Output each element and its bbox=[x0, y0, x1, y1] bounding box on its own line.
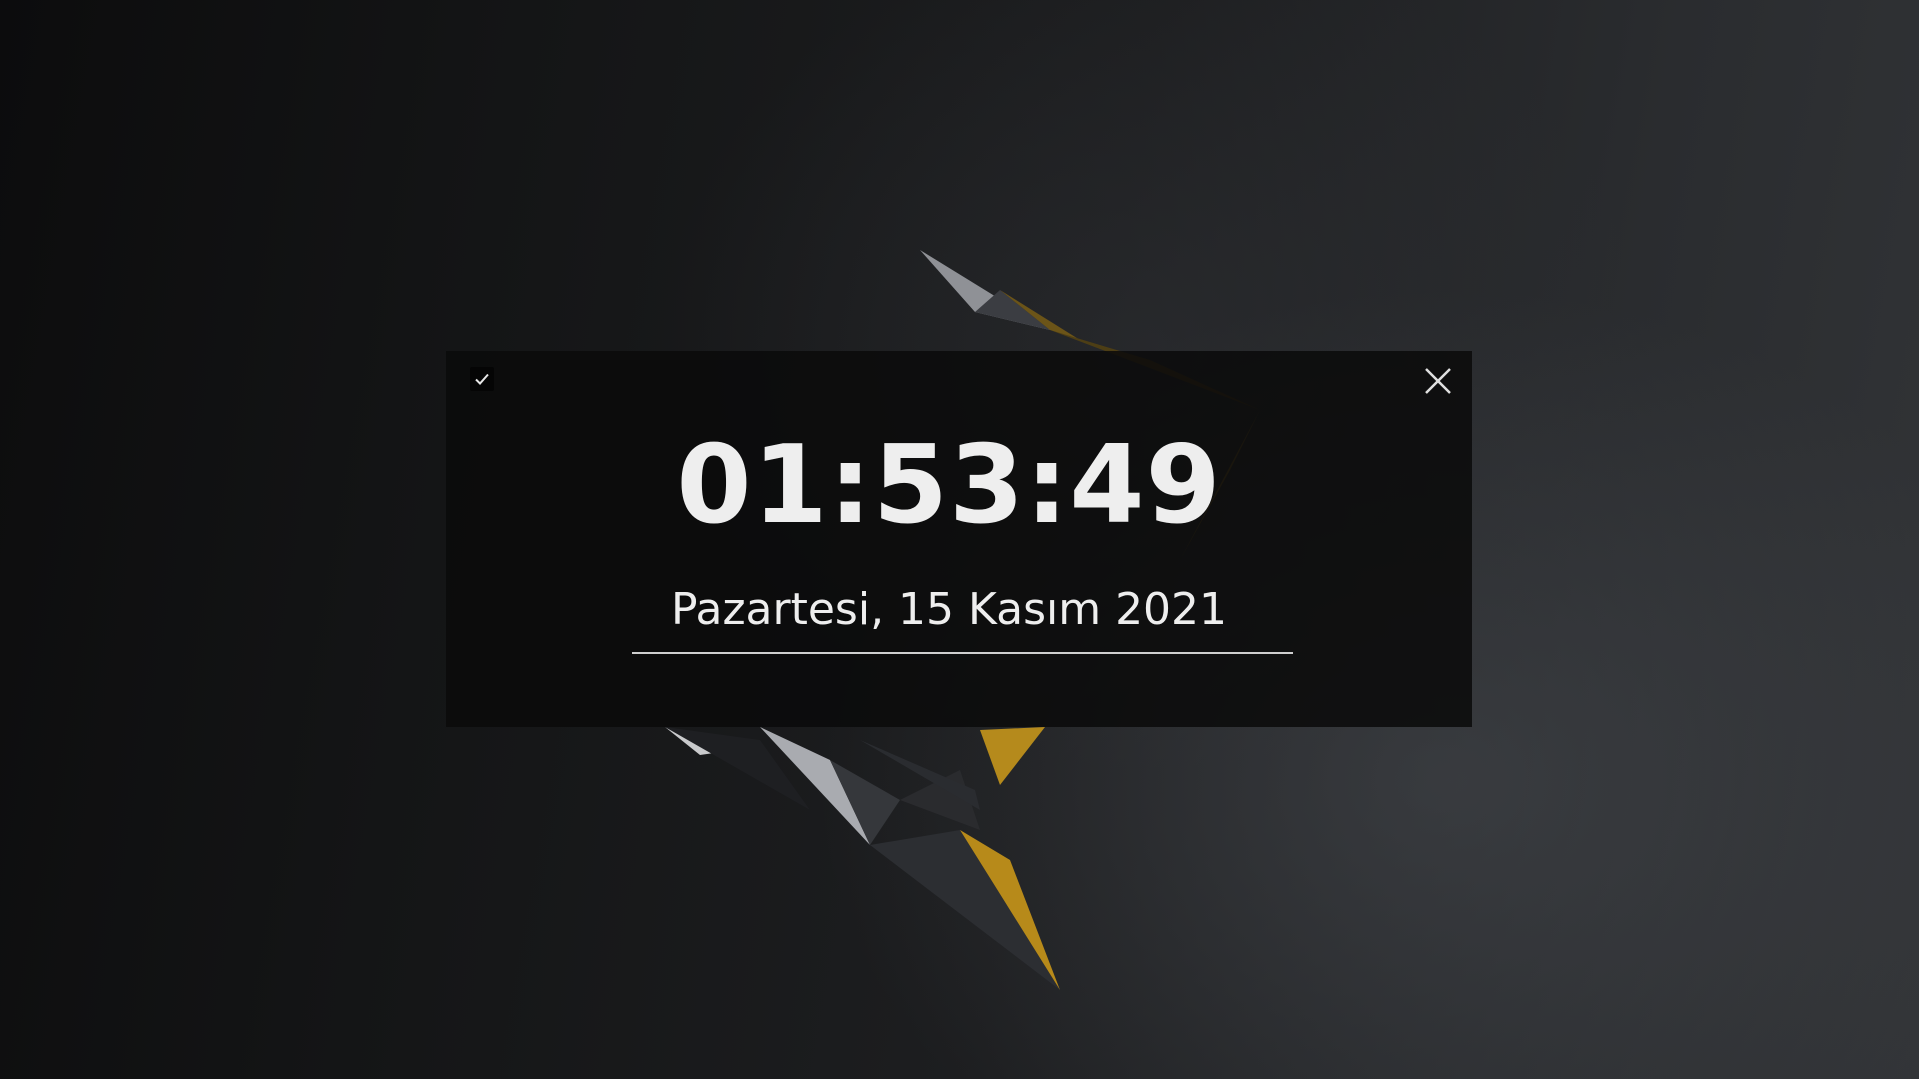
checkmark-icon bbox=[475, 373, 489, 385]
desktop: 01:53:49 Pazartesi, 15 Kasım 2021 bbox=[0, 0, 1919, 1079]
close-button[interactable] bbox=[1420, 363, 1456, 399]
date-display: Pazartesi, 15 Kasım 2021 bbox=[670, 584, 1228, 635]
pin-checkbox[interactable] bbox=[470, 367, 494, 391]
close-icon bbox=[1425, 368, 1451, 394]
date-underline bbox=[632, 652, 1293, 654]
clock-widget: 01:53:49 Pazartesi, 15 Kasım 2021 bbox=[446, 351, 1472, 727]
time-display: 01:53:49 bbox=[676, 423, 1222, 548]
